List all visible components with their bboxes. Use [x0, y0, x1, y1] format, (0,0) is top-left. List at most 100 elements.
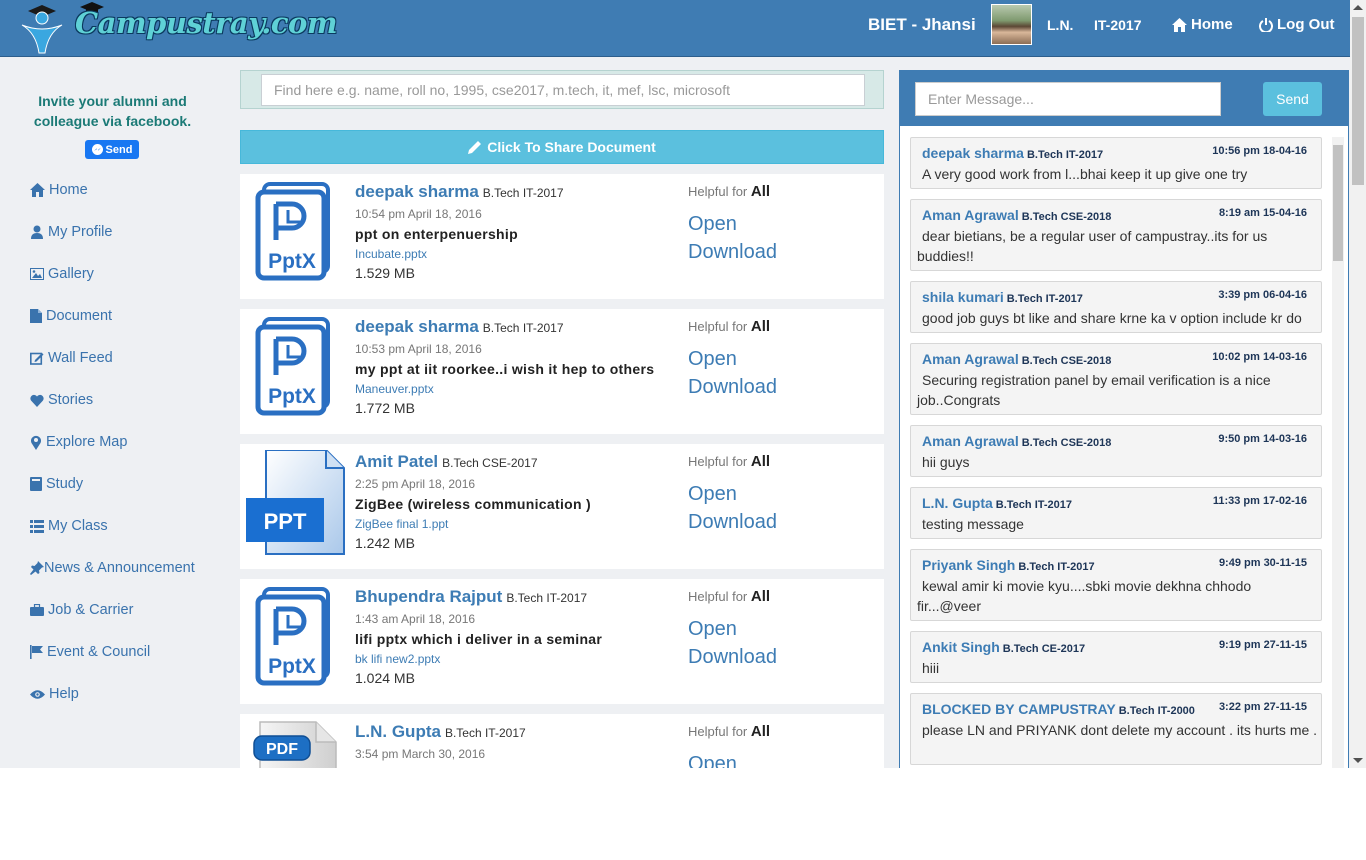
sidebar-item-my-profile[interactable]: My Profile: [30, 211, 230, 253]
helpful-for-label: Helpful for: [688, 454, 748, 469]
document-timestamp: 2:25 pm April 18, 2016: [355, 477, 476, 491]
graduate-logo-icon[interactable]: [18, 3, 66, 55]
document-open-link[interactable]: Open: [688, 753, 737, 768]
document-download-link[interactable]: Download: [688, 376, 777, 399]
sidebar-item-document[interactable]: Document: [30, 295, 230, 337]
nav-batch-link[interactable]: IT-2017: [1094, 17, 1141, 33]
sidebar-item-home[interactable]: Home: [30, 169, 230, 211]
chat-message-time: 11:33 pm 17-02-16: [1212, 495, 1307, 507]
chat-scrollbar[interactable]: [1332, 137, 1344, 768]
scroll-down-arrow-icon[interactable]: [1353, 758, 1363, 763]
document-size: 1.024 MB: [355, 670, 415, 686]
document-author-name: deepak sharma: [355, 317, 479, 336]
document-title: ppt on enterpenuership: [355, 226, 518, 242]
pptx-icon: PptX: [255, 587, 330, 686]
chat-message: L.N. Gupta B.Tech IT-2017 11:33 pm 17-02-…: [910, 487, 1322, 539]
chat-sender-link[interactable]: Priyank Singh B.Tech IT-2017: [922, 557, 1095, 573]
facebook-send-button[interactable]: Send: [85, 140, 139, 159]
document-author-batch: B.Tech IT-2017: [482, 321, 564, 335]
document-author-name: Bhupendra Rajput: [355, 587, 503, 606]
chat-sender-name: L.N. Gupta: [922, 495, 993, 511]
chat-sender-name: BLOCKED BY CAMPUSTRAY: [922, 701, 1116, 717]
chat-sender-name: Aman Agrawal: [922, 207, 1019, 223]
chat-sender-link[interactable]: BLOCKED BY CAMPUSTRAY B.Tech IT-2000: [922, 701, 1195, 717]
chat-send-button[interactable]: Send: [1263, 82, 1322, 116]
sidebar-item-my-class[interactable]: My Class: [30, 505, 230, 547]
nav-user-link[interactable]: L.N.: [1047, 17, 1073, 33]
document-filename: bk lifi new2.pptx: [355, 652, 441, 666]
document-author-link[interactable]: deepak sharma B.Tech IT-2017: [355, 317, 564, 337]
sidebar-item-wall-feed[interactable]: Wall Feed: [30, 337, 230, 379]
chat-sender-batch: B.Tech CE-2017: [1002, 643, 1086, 655]
sidebar-item-label: Gallery: [48, 266, 94, 282]
helpful-for-audience: All: [750, 588, 771, 605]
chat-message-time: 10:56 pm 18-04-16: [1212, 145, 1307, 157]
document-helpful-for: Helpful for All: [688, 723, 770, 740]
document-author-link[interactable]: Bhupendra Rajput B.Tech IT-2017: [355, 587, 587, 607]
search-input[interactable]: [261, 74, 865, 106]
chat-message-input[interactable]: [915, 82, 1221, 116]
sidebar-item-label: Help: [49, 686, 79, 702]
chat-sender-link[interactable]: deepak sharma B.Tech IT-2017: [922, 145, 1103, 161]
sidebar-nav: Home My Profile Gallery Document Wall Fe…: [30, 169, 230, 715]
briefcase-icon: [30, 604, 44, 616]
document-open-link[interactable]: Open: [688, 348, 737, 371]
logout-link[interactable]: Log Out: [1259, 16, 1334, 33]
ppt-icon: PPT: [246, 450, 345, 555]
page-scrollbar[interactable]: [1350, 0, 1366, 768]
chat-message: Ankit Singh B.Tech CE-2017 9:19 pm 27-11-…: [910, 631, 1322, 683]
document-card: PptX Bhupendra Rajput B.Tech IT-2017 1:43…: [240, 579, 884, 704]
sidebar-item-news-announcement[interactable]: News & Announcement: [30, 547, 230, 589]
sidebar-item-gallery[interactable]: Gallery: [30, 253, 230, 295]
chat-sender-batch: B.Tech IT-2017: [1006, 293, 1083, 305]
chat-sender-name: Aman Agrawal: [922, 351, 1019, 367]
sidebar-item-event-council[interactable]: Event & Council: [30, 631, 230, 673]
chat-sender-link[interactable]: Aman Agrawal B.Tech CSE-2018: [922, 433, 1111, 449]
helpful-for-audience: All: [750, 453, 771, 470]
sidebar-item-stories[interactable]: Stories: [30, 379, 230, 421]
document-download-link[interactable]: Download: [688, 646, 777, 669]
chat-sender-link[interactable]: Ankit Singh B.Tech CE-2017: [922, 639, 1085, 655]
document-open-link[interactable]: Open: [688, 213, 737, 236]
chat-sender-batch: B.Tech CSE-2018: [1021, 211, 1112, 223]
chat-sender-name: deepak sharma: [922, 145, 1024, 161]
pptx-icon: PptX: [255, 182, 330, 281]
sidebar-item-explore-map[interactable]: Explore Map: [30, 421, 230, 463]
document-open-link[interactable]: Open: [688, 483, 737, 506]
chat-sender-link[interactable]: Aman Agrawal B.Tech CSE-2018: [922, 207, 1111, 223]
page-scrollbar-thumb[interactable]: [1352, 17, 1364, 185]
chat-sender-link[interactable]: L.N. Gupta B.Tech IT-2017: [922, 495, 1072, 511]
scroll-up-arrow-icon[interactable]: [1353, 5, 1363, 10]
share-document-button[interactable]: Click To Share Document: [240, 130, 884, 164]
document-helpful-for: Helpful for All: [688, 183, 770, 200]
document-timestamp: 3:54 pm March 30, 2016: [355, 747, 486, 761]
document-card: PptX deepak sharma B.Tech IT-2017 10:54 p…: [240, 174, 884, 299]
logout-label: Log Out: [1277, 16, 1335, 33]
document-download-link[interactable]: Download: [688, 511, 777, 534]
nav-home-link[interactable]: Home: [1172, 16, 1233, 33]
document-timestamp: 1:43 am April 18, 2016: [355, 612, 476, 626]
chat-message: Aman Agrawal B.Tech CSE-2018 9:50 pm 14-0…: [910, 425, 1322, 477]
chat-sender-link[interactable]: Aman Agrawal B.Tech CSE-2018: [922, 351, 1111, 367]
chat-sender-name: Priyank Singh: [922, 557, 1016, 573]
chat-scrollbar-thumb[interactable]: [1333, 145, 1343, 261]
sidebar-item-job-carrier[interactable]: Job & Carrier: [30, 589, 230, 631]
document-timestamp: 10:53 pm April 18, 2016: [355, 342, 482, 356]
document-title: my ppt at iit roorkee..i wish it hep to …: [355, 361, 655, 377]
document-author-link[interactable]: L.N. Gupta B.Tech IT-2017: [355, 722, 526, 742]
chat-sender-batch: B.Tech IT-2017: [1026, 149, 1104, 161]
pptx-icon: PptX: [255, 317, 330, 416]
document-open-link[interactable]: Open: [688, 618, 737, 641]
sidebar-item-help[interactable]: Help: [30, 673, 230, 715]
document-author-link[interactable]: Amit Patel B.Tech CSE-2017: [355, 452, 538, 472]
chat-sender-link[interactable]: shila kumari B.Tech IT-2017: [922, 289, 1083, 305]
chat-message-text: hii guys: [922, 454, 970, 470]
chat-sender-name: Aman Agrawal: [922, 433, 1019, 449]
sidebar-item-study[interactable]: Study: [30, 463, 230, 505]
document-author-link[interactable]: deepak sharma B.Tech IT-2017: [355, 182, 564, 202]
avatar[interactable]: [991, 4, 1032, 45]
document-author-name: deepak sharma: [355, 182, 479, 201]
document-download-link[interactable]: Download: [688, 241, 777, 264]
brand-logo[interactable]: Campustray.com: [75, 6, 338, 40]
top-navbar: Campustray.com BIET - Jhansi L.N. IT-201…: [0, 0, 1350, 57]
